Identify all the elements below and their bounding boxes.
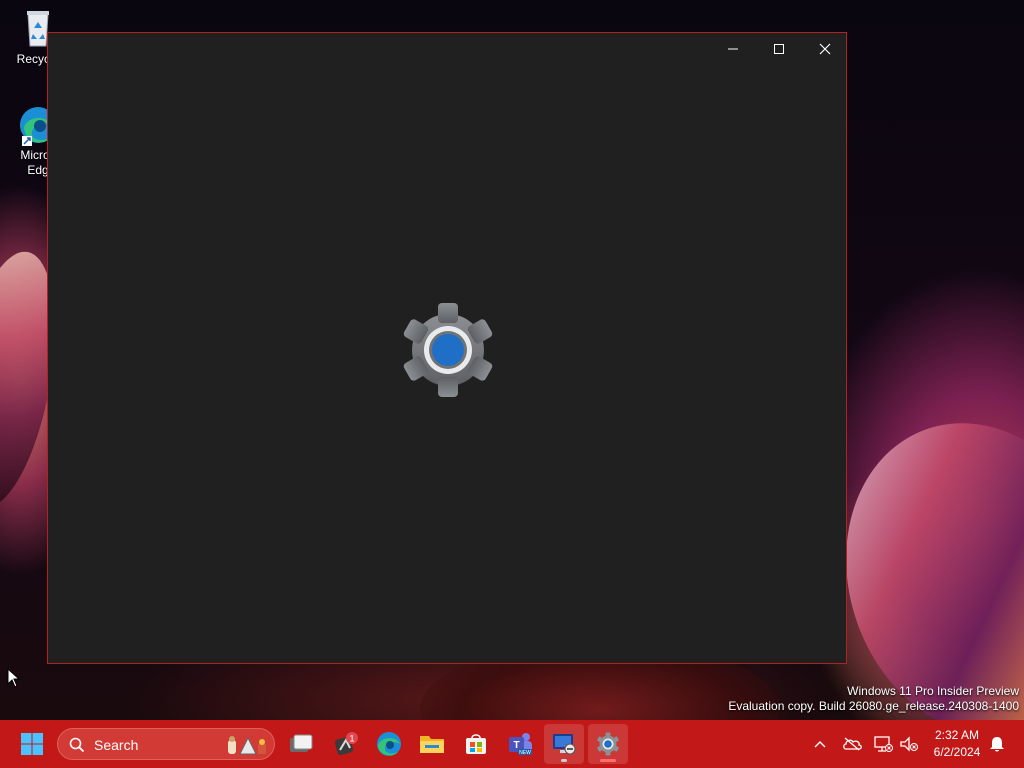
watermark-line: Windows 11 Pro Insider Preview [847, 684, 1019, 698]
network-icon [874, 736, 893, 752]
active-indicator [600, 759, 616, 762]
settings-icon [597, 732, 619, 756]
settings-taskbar-button[interactable] [588, 724, 628, 764]
teams-button[interactable]: T NEW [500, 724, 540, 764]
store-icon [466, 734, 486, 754]
taskbar-search-box[interactable]: Search [57, 728, 275, 760]
task-view-icon [290, 734, 313, 752]
store-button[interactable] [456, 724, 496, 764]
windows-logo-icon [21, 733, 43, 755]
settings-gear-icon [399, 301, 497, 399]
clock-date: 6/2/2024 [933, 745, 981, 759]
taskbar: Search 1 T NEW 2:32 AM 6/2/2024 [0, 720, 1024, 768]
volume-icon [900, 736, 918, 752]
minimize-icon [728, 48, 738, 50]
notification-bell-icon [990, 737, 1004, 752]
task-view-button[interactable] [281, 724, 321, 764]
maximize-icon [774, 44, 784, 54]
edge-icon [377, 732, 401, 756]
volume-button[interactable] [897, 732, 921, 756]
running-indicator [561, 759, 567, 762]
mouse-cursor-icon [7, 667, 21, 693]
desktop: Recycle Micros Edg Windows 11 Pro Inside… [0, 0, 1024, 768]
evaluation-watermark: Windows 11 Pro Insider Preview Evaluatio… [728, 684, 1019, 714]
search-icon [69, 737, 85, 753]
settings-window[interactable] [47, 32, 847, 664]
search-label: Search [94, 737, 139, 753]
start-button[interactable] [12, 724, 52, 764]
teams-icon: T NEW [509, 733, 532, 756]
show-hidden-icons-button[interactable] [808, 732, 832, 756]
widgets-badge: 1 [349, 734, 354, 744]
notification-button[interactable] [985, 732, 1009, 756]
file-explorer-icon [420, 736, 444, 753]
onedrive-button[interactable] [840, 732, 864, 756]
widgets-button[interactable]: 1 [326, 724, 366, 764]
remote-desktop-icon [553, 734, 576, 755]
file-explorer-button[interactable] [412, 724, 452, 764]
watermark-line: Evaluation copy. Build 26080.ge_release.… [728, 699, 1019, 713]
close-icon [819, 43, 831, 55]
widgets-icon: 1 [334, 732, 358, 756]
onedrive-icon [843, 737, 862, 751]
svg-text:NEW: NEW [519, 750, 531, 756]
maximize-button[interactable] [756, 33, 802, 65]
edge-taskbar-button[interactable] [369, 724, 409, 764]
remote-desktop-button[interactable] [544, 724, 584, 764]
chevron-up-icon [814, 741, 826, 748]
minimize-button[interactable] [710, 33, 756, 65]
taskbar-clock[interactable]: 2:32 AM 6/2/2024 [926, 727, 988, 761]
clock-time: 2:32 AM [934, 728, 980, 742]
search-highlight-icon [228, 736, 266, 755]
network-button[interactable] [871, 732, 895, 756]
close-button[interactable] [802, 33, 848, 65]
